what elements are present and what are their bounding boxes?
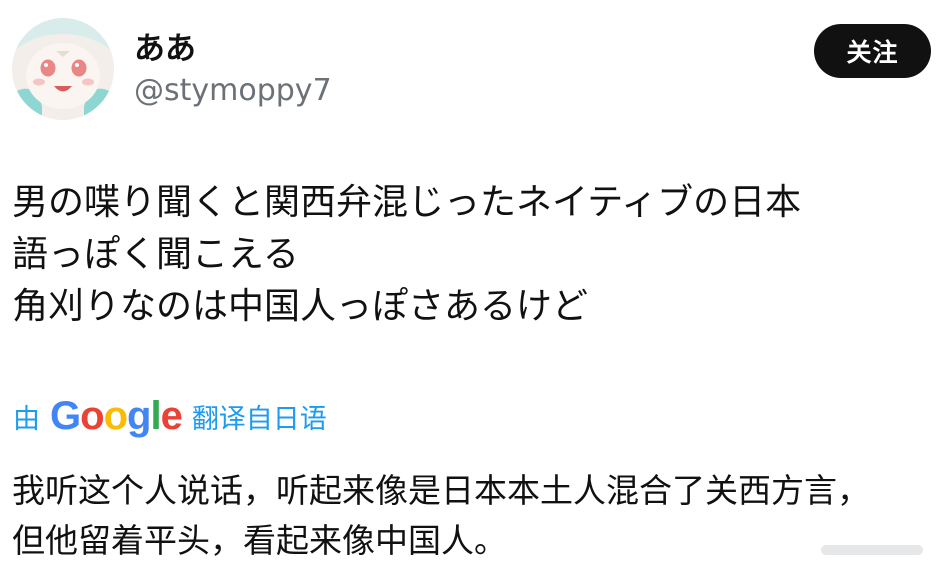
google-logo-letter: g bbox=[127, 394, 151, 438]
translated-text: 我听这个人说话，听起来像是日本本土人混合了关西方言， 但他留着平头，看起来像中国… bbox=[12, 466, 932, 566]
translated-text-line: 但他留着平头，看起来像中国人。 bbox=[12, 521, 507, 560]
translation-attribution[interactable]: 由 G o o g l e 翻译自日语 bbox=[13, 392, 327, 440]
google-logo-letter: o bbox=[103, 394, 128, 438]
author-avatar[interactable] bbox=[12, 18, 114, 120]
tweet-text: 男の喋り聞くと関西弁混じったネイティブの日本 語っぽく聞こえる 角刈りなのは中国… bbox=[12, 177, 912, 333]
translation-by-label: 由 bbox=[13, 403, 40, 435]
google-logo-letter: e bbox=[160, 394, 183, 438]
tweet-header: ああ @stymoppy7 关注 bbox=[12, 18, 931, 123]
google-logo-letter: l bbox=[150, 394, 161, 438]
tweet-text-line: 語っぽく聞こえる bbox=[12, 234, 299, 275]
author-info: ああ @stymoppy7 bbox=[134, 28, 332, 112]
anime-girl-avatar-icon bbox=[12, 18, 114, 120]
author-handle[interactable]: @stymoppy7 bbox=[134, 70, 332, 112]
google-logo-letter: o bbox=[80, 394, 104, 438]
google-logo: G o o g l e bbox=[50, 394, 183, 438]
follow-button[interactable]: 关注 bbox=[814, 24, 931, 78]
translated-text-line: 我听这个人说话，听起来像是日本本土人混合了关西方言， bbox=[12, 471, 870, 510]
translation-source-label: 翻译自日语 bbox=[191, 403, 327, 435]
watermark-icon bbox=[821, 545, 923, 555]
tweet-text-line: 角刈りなのは中国人っぽさあるけど bbox=[12, 286, 589, 327]
google-logo-letter: G bbox=[50, 394, 81, 438]
tweet-text-line: 男の喋り聞くと関西弁混じったネイティブの日本 bbox=[12, 182, 802, 223]
author-display-name[interactable]: ああ bbox=[134, 28, 332, 70]
